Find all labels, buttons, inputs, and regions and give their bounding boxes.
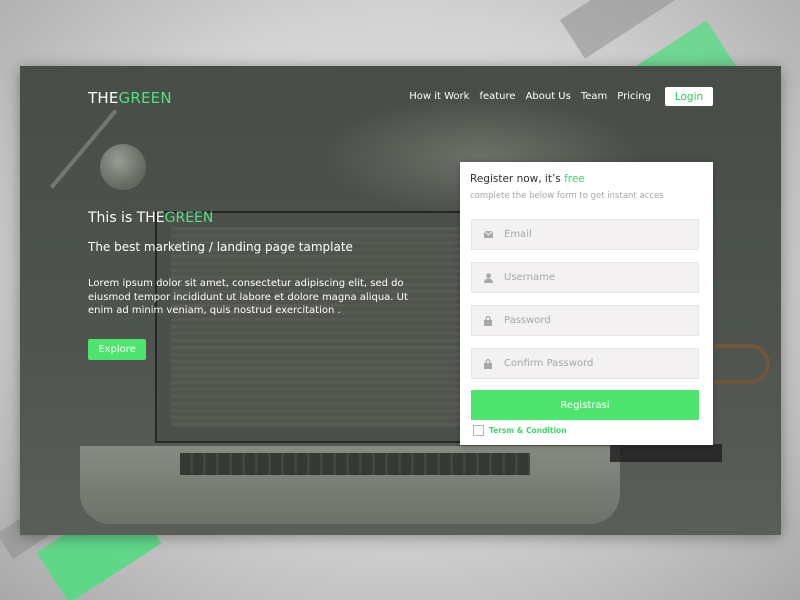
- envelope-icon: [472, 231, 504, 238]
- confirm-password-input[interactable]: [504, 358, 684, 369]
- lock-icon: [472, 315, 504, 326]
- logo-accent: GREEN: [118, 89, 172, 107]
- nav-item-about-us[interactable]: About Us: [526, 91, 571, 102]
- logo[interactable]: THEGREEN: [88, 89, 172, 107]
- explore-button[interactable]: Explore: [88, 339, 146, 360]
- lamp-image: [100, 144, 146, 190]
- keyboard-image: [180, 453, 530, 475]
- hero-title-prefix: This is THE: [88, 210, 165, 226]
- login-button[interactable]: Login: [665, 87, 713, 106]
- password-field[interactable]: [471, 305, 699, 336]
- nav-item-how-it-work[interactable]: How it Work: [409, 91, 469, 102]
- username-field[interactable]: [471, 262, 699, 293]
- main-nav: How it Work feature About Us Team Pricin…: [409, 87, 713, 106]
- hero-subtitle: The best marketing / landing page tampla…: [88, 240, 353, 254]
- hero-title-accent: GREEN: [164, 210, 214, 226]
- coaster-image: [610, 444, 722, 462]
- nav-item-feature[interactable]: feature: [479, 91, 515, 102]
- password-input[interactable]: [504, 315, 684, 326]
- register-title-prefix: Register now, it’s: [470, 173, 565, 185]
- username-input[interactable]: [504, 272, 684, 283]
- nav-item-pricing[interactable]: Pricing: [617, 91, 651, 102]
- confirm-password-field[interactable]: [471, 348, 699, 379]
- register-submit-button[interactable]: Registrasi: [471, 390, 699, 420]
- hero-title: This is THEGREEN: [88, 210, 213, 226]
- register-form: Register now, it’s free complete the bel…: [460, 162, 713, 445]
- register-subtitle: complete the below form to get instant a…: [470, 191, 664, 201]
- nav-item-team[interactable]: Team: [581, 91, 607, 102]
- email-field[interactable]: [471, 219, 699, 250]
- email-input[interactable]: [504, 229, 684, 240]
- logo-prefix: THE: [88, 89, 119, 107]
- lock-icon: [472, 358, 504, 369]
- user-icon: [472, 272, 504, 283]
- terms-label[interactable]: Tersm & Condition: [489, 426, 567, 435]
- hero-body-text: Lorem ipsum dolor sit amet, consectetur …: [88, 278, 408, 316]
- mug-image: [710, 344, 770, 384]
- register-title-accent: free: [564, 173, 585, 185]
- terms-checkbox[interactable]: [473, 425, 484, 436]
- register-title: Register now, it’s free: [470, 173, 585, 185]
- terms-checkbox-row[interactable]: Tersm & Condition: [473, 425, 567, 436]
